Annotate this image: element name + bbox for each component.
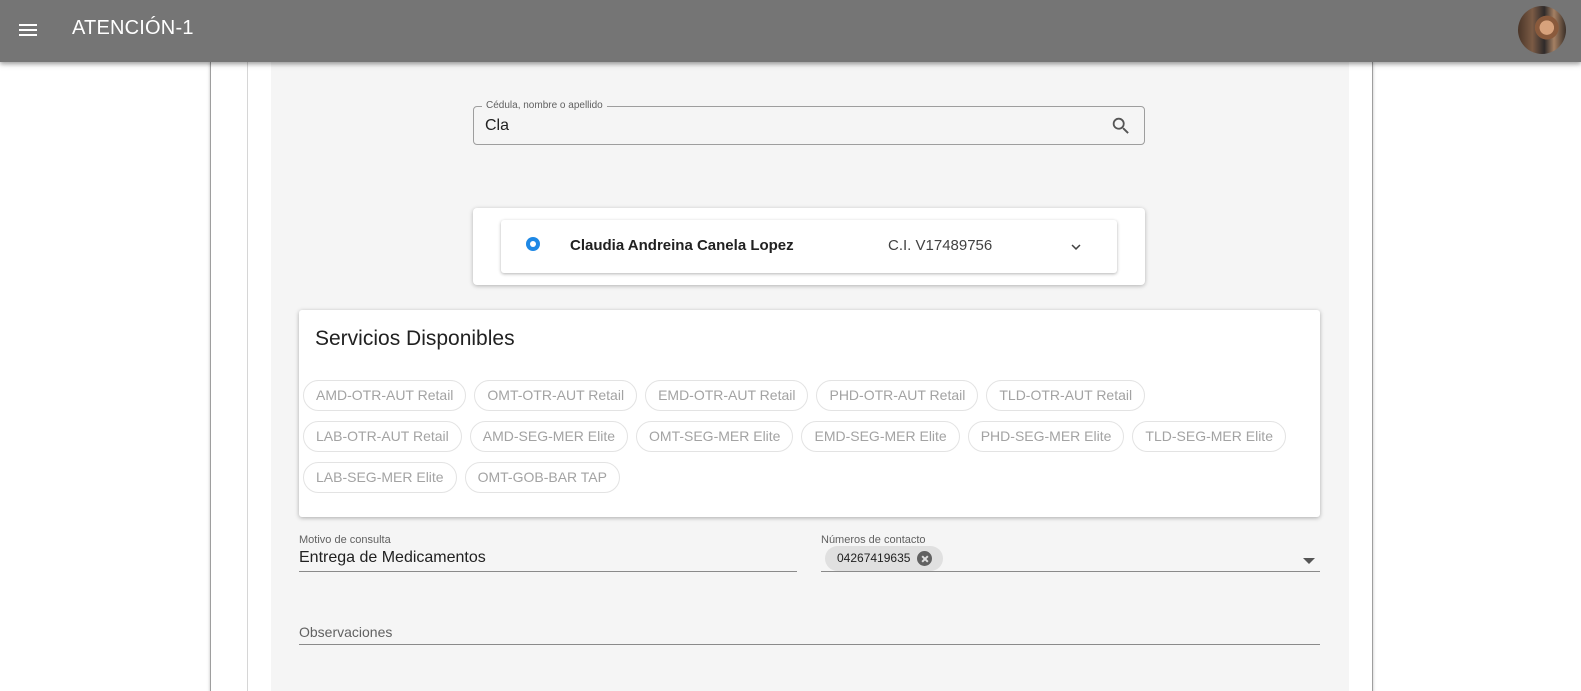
patient-name: Claudia Andreina Canela Lopez bbox=[570, 237, 794, 254]
chevron-down-icon[interactable] bbox=[1067, 238, 1085, 256]
service-chip[interactable]: LAB-OTR-AUT Retail bbox=[303, 421, 462, 452]
dropdown-arrow-icon[interactable] bbox=[1303, 558, 1315, 564]
service-chip[interactable]: OMT-GOB-BAR TAP bbox=[464, 462, 620, 493]
radio-selected-icon[interactable] bbox=[526, 237, 540, 251]
app-bar: ATENCIÓN-1 bbox=[0, 0, 1581, 62]
service-chip[interactable]: PHD-OTR-AUT Retail bbox=[816, 380, 979, 411]
services-card: Servicios Disponibles AMD-OTR-AUT Retail… bbox=[299, 310, 1320, 517]
service-chip[interactable]: AMD-SEG-MER Elite bbox=[469, 421, 629, 452]
search-results-panel: Claudia Andreina Canela Lopez C.I. V1748… bbox=[473, 208, 1145, 285]
service-chip[interactable]: TLD-SEG-MER Elite bbox=[1132, 421, 1286, 452]
observaciones-underline bbox=[299, 644, 1320, 645]
motivo-underline bbox=[299, 571, 797, 572]
services-chip-list: AMD-OTR-AUT Retail OMT-OTR-AUT Retail EM… bbox=[303, 380, 1303, 493]
contact-underline bbox=[821, 571, 1320, 572]
patient-result-item[interactable]: Claudia Andreina Canela Lopez C.I. V1748… bbox=[501, 220, 1117, 273]
contact-number-chip[interactable]: 04267419635 bbox=[825, 546, 943, 571]
service-chip[interactable]: OMT-OTR-AUT Retail bbox=[474, 380, 638, 411]
service-chip[interactable]: AMD-OTR-AUT Retail bbox=[303, 380, 467, 411]
motivo-input[interactable] bbox=[299, 547, 796, 569]
hamburger-menu-icon[interactable] bbox=[17, 21, 39, 39]
contact-number-text: 04267419635 bbox=[837, 551, 911, 565]
search-field: Cédula, nombre o apellido bbox=[473, 100, 1145, 145]
search-label: Cédula, nombre o apellido bbox=[482, 100, 607, 112]
patient-id: C.I. V17489756 bbox=[888, 237, 993, 254]
service-chip[interactable]: EMD-OTR-AUT Retail bbox=[645, 380, 809, 411]
service-chip[interactable]: EMD-SEG-MER Elite bbox=[801, 421, 960, 452]
services-title: Servicios Disponibles bbox=[315, 327, 515, 350]
service-chip[interactable]: PHD-SEG-MER Elite bbox=[967, 421, 1125, 452]
chip-remove-icon[interactable] bbox=[917, 551, 932, 566]
observaciones-input[interactable] bbox=[299, 620, 1320, 644]
service-chip[interactable]: LAB-SEG-MER Elite bbox=[303, 462, 457, 493]
user-avatar[interactable] bbox=[1518, 6, 1566, 54]
motivo-label: Motivo de consulta bbox=[299, 534, 391, 546]
service-chip[interactable]: TLD-OTR-AUT Retail bbox=[986, 380, 1146, 411]
search-input[interactable] bbox=[485, 115, 1085, 137]
inner-divider bbox=[247, 62, 248, 691]
app-title: ATENCIÓN-1 bbox=[72, 17, 194, 39]
contact-label: Números de contacto bbox=[821, 534, 926, 546]
search-icon[interactable] bbox=[1110, 115, 1132, 137]
service-chip[interactable]: OMT-SEG-MER Elite bbox=[636, 421, 794, 452]
